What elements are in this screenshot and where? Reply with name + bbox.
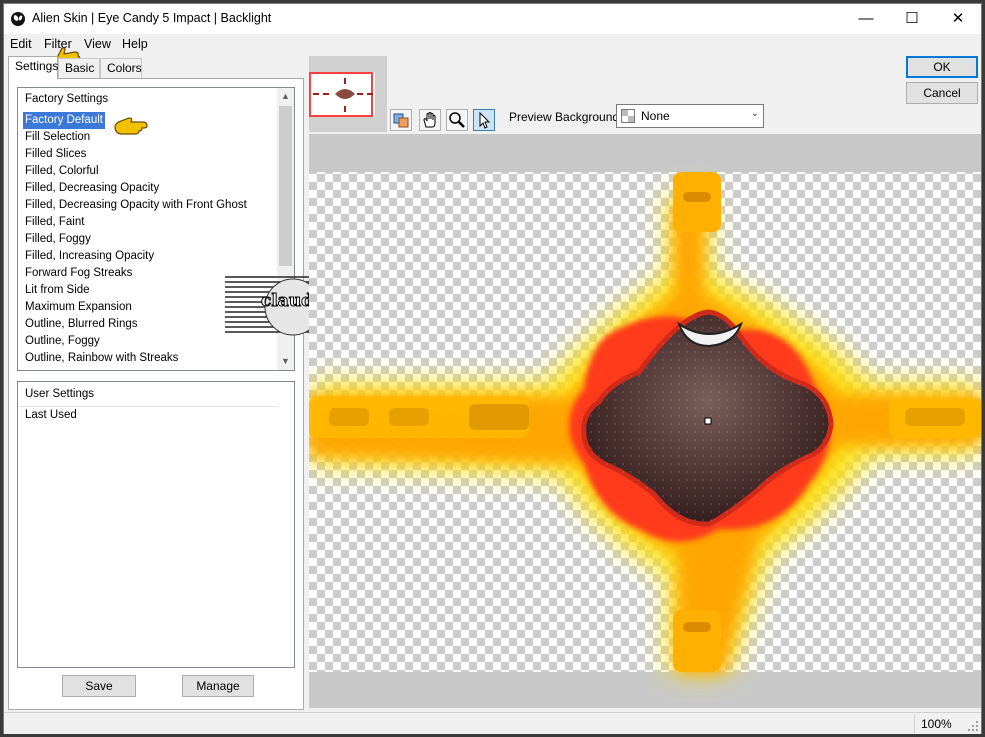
tab-colors[interactable]: Colors <box>100 58 142 78</box>
list-item[interactable]: Outline, Foggy <box>23 333 102 350</box>
list-item[interactable]: Filled, Increasing Opacity <box>23 248 156 265</box>
user-settings-list[interactable]: User Settings Last Used <box>17 381 295 668</box>
window-title: Alien Skin | Eye Candy 5 Impact | Backli… <box>32 11 272 25</box>
center-handle[interactable] <box>704 417 712 425</box>
compare-icon <box>393 113 409 128</box>
list-item[interactable]: Filled, Foggy <box>23 231 93 248</box>
minimize-button[interactable]: — <box>843 4 889 34</box>
arrow-cursor-icon <box>479 111 491 129</box>
preview-thumbnail[interactable] <box>309 56 387 132</box>
preview-background-value: None <box>641 109 670 123</box>
save-button[interactable]: Save <box>62 675 136 697</box>
thumbnail-image <box>309 56 387 132</box>
preview-area[interactable] <box>309 134 981 708</box>
status-bar: 100% <box>4 712 981 734</box>
tab-settings[interactable]: Settings <box>8 56 58 79</box>
list-item[interactable]: Maximum Expansion <box>23 299 134 316</box>
preview-canvas[interactable] <box>309 134 981 708</box>
user-settings-header: User Settings <box>25 388 95 400</box>
scroll-thumb[interactable] <box>279 106 292 266</box>
menu-help[interactable]: Help <box>122 37 148 51</box>
cancel-button[interactable]: Cancel <box>906 82 978 104</box>
resize-grip-icon[interactable] <box>967 720 979 732</box>
ok-button[interactable]: OK <box>906 56 978 78</box>
list-item[interactable]: Filled, Decreasing Opacity <box>23 180 161 197</box>
list-item[interactable]: Forward Fog Streaks <box>23 265 134 282</box>
settings-panel: Factory Settings Factory Default Fill Se… <box>8 78 361 710</box>
list-item[interactable]: Fill Selection <box>23 129 92 146</box>
maximize-button[interactable]: ☐ <box>889 4 935 34</box>
pointing-hand-icon <box>114 117 148 135</box>
app-window: Alien Skin | Eye Candy 5 Impact | Backli… <box>3 3 982 734</box>
zoom-level: 100% <box>921 717 952 731</box>
title-bar: Alien Skin | Eye Candy 5 Impact | Backli… <box>4 4 981 34</box>
list-item[interactable]: Filled, Decreasing Opacity with Front Gh… <box>23 197 249 214</box>
scroll-up-icon[interactable]: ▲ <box>277 88 294 105</box>
tab-basic[interactable]: Basic <box>58 58 100 78</box>
menu-edit[interactable]: Edit <box>10 37 32 51</box>
list-item[interactable]: Filled, Faint <box>23 214 86 231</box>
list-item[interactable]: Lit from Side <box>23 282 92 299</box>
list-item[interactable]: Outline, Rainbow with Streaks <box>23 350 180 367</box>
magnifier-icon <box>449 112 465 128</box>
status-divider <box>914 715 915 733</box>
hand-icon <box>423 112 436 128</box>
alien-skin-icon <box>11 12 25 26</box>
list-item[interactable]: Factory Default <box>23 112 105 129</box>
list-item[interactable]: Filled, Colorful <box>23 163 101 180</box>
preview-background-label: Preview Background: <box>509 110 623 124</box>
close-button[interactable]: ✕ <box>935 4 981 34</box>
menu-bar: Edit Filter View Help <box>4 34 981 54</box>
list-item[interactable]: Outline, Blurred Rings <box>23 316 140 333</box>
manage-button[interactable]: Manage <box>182 675 254 697</box>
scroll-down-icon[interactable]: ▼ <box>277 353 294 370</box>
toggle-preview-button[interactable] <box>390 109 412 131</box>
background-swatch-icon <box>621 109 635 123</box>
pan-tool-button[interactable] <box>419 109 441 131</box>
preview-background-select[interactable]: None ⌄ <box>616 104 764 128</box>
select-tool-button[interactable] <box>473 109 495 131</box>
menu-view[interactable]: View <box>84 37 111 51</box>
list-item[interactable]: Filled Slices <box>23 146 88 163</box>
zoom-tool-button[interactable] <box>446 109 468 131</box>
factory-settings-header: Factory Settings <box>25 93 109 105</box>
chevron-down-icon: ⌄ <box>750 108 759 119</box>
list-item[interactable]: Last Used <box>23 407 79 424</box>
